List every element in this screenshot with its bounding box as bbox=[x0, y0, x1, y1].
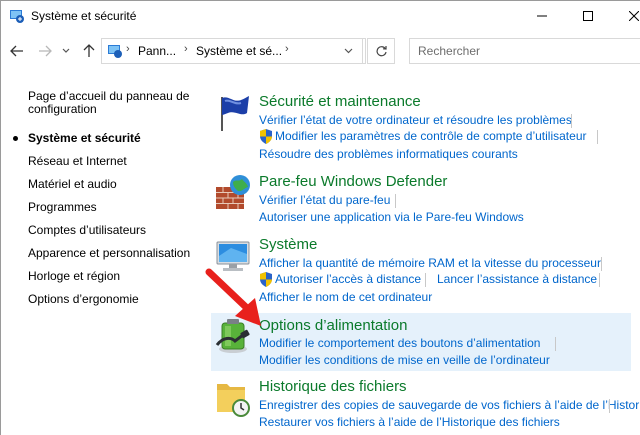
sidebar-item-hardware-sound[interactable]: Matériel et audio bbox=[28, 177, 117, 192]
search-box[interactable] bbox=[409, 38, 640, 64]
flag-icon bbox=[221, 96, 249, 131]
breadcrumb-separator: › bbox=[126, 43, 130, 55]
recent-locations-button[interactable] bbox=[59, 41, 73, 61]
category-title-security-maintenance[interactable]: Sécurité et maintenance bbox=[259, 93, 421, 111]
sidebar-item-network-internet[interactable]: Réseau et Internet bbox=[28, 154, 127, 169]
sidebar-item-user-accounts[interactable]: Comptes d’utilisateurs bbox=[28, 223, 146, 238]
active-bullet bbox=[13, 136, 18, 141]
maximize-button[interactable] bbox=[565, 1, 611, 31]
link-separator bbox=[609, 399, 610, 413]
close-button[interactable] bbox=[611, 1, 640, 31]
link-troubleshoot-problems[interactable]: Résoudre des problèmes informatiques cou… bbox=[259, 147, 518, 162]
uac-shield-icon bbox=[260, 129, 272, 144]
link-save-backup-copies[interactable]: Enregistrer des copies de sauvegarde de … bbox=[259, 398, 640, 413]
refresh-button[interactable] bbox=[367, 38, 395, 64]
address-bar[interactable]: › Pann... › Système et sé... › bbox=[101, 38, 366, 64]
title-bar: Système et sécurité bbox=[1, 1, 640, 31]
breadcrumb-separator: › bbox=[184, 43, 188, 55]
annotation-arrow-icon bbox=[205, 268, 261, 326]
control-panel-window: Système et sécurité › Pann... › Système … bbox=[0, 0, 640, 435]
refresh-icon bbox=[375, 45, 387, 56]
minimize-button[interactable] bbox=[519, 1, 565, 31]
address-dropdown-button[interactable] bbox=[335, 38, 363, 64]
category-title-power-options[interactable]: Options d’alimentation bbox=[259, 317, 407, 335]
arrow-up-icon bbox=[83, 44, 95, 57]
sidebar-item-ease-of-access[interactable]: Options d’ergonomie bbox=[28, 292, 139, 307]
file-history-icon bbox=[217, 384, 250, 417]
link-separator bbox=[571, 114, 572, 128]
link-view-computer-name[interactable]: Afficher le nom de cet ordinateur bbox=[259, 290, 432, 305]
link-allow-remote-access[interactable]: Autoriser l’accès à distance bbox=[275, 272, 421, 287]
breadcrumb-control-panel[interactable]: Pann... bbox=[138, 44, 176, 58]
link-separator bbox=[395, 194, 396, 208]
link-launch-remote-assistance[interactable]: Lancer l’assistance à distance bbox=[437, 272, 597, 287]
category-title-firewall[interactable]: Pare-feu Windows Defender bbox=[259, 173, 447, 191]
link-change-power-buttons[interactable]: Modifier le comportement des boutons d’a… bbox=[259, 336, 540, 351]
link-check-computer-status[interactable]: Vérifier l’état de votre ordinateur et r… bbox=[259, 113, 572, 128]
breadcrumb-system-security[interactable]: Système et sé... bbox=[196, 44, 282, 58]
minimize-icon bbox=[537, 15, 547, 17]
control-panel-icon bbox=[108, 45, 122, 58]
maximize-icon bbox=[583, 11, 593, 21]
up-button[interactable] bbox=[79, 41, 99, 61]
link-uac-settings[interactable]: Modifier les paramètres de contrôle de c… bbox=[275, 129, 586, 144]
link-change-sleep-settings[interactable]: Modifier les conditions de mise en veill… bbox=[259, 353, 550, 368]
link-check-firewall-status[interactable]: Vérifier l’état du pare-feu bbox=[259, 193, 390, 208]
link-separator bbox=[599, 273, 600, 287]
forward-button[interactable] bbox=[35, 41, 55, 61]
category-title-system[interactable]: Système bbox=[259, 236, 317, 254]
chevron-down-icon bbox=[344, 48, 353, 54]
link-separator bbox=[601, 257, 602, 271]
link-restore-files[interactable]: Restaurer vos fichiers à l’aide de l’His… bbox=[259, 415, 560, 430]
window-title: Système et sécurité bbox=[31, 9, 137, 23]
sidebar-item-system-security[interactable]: Système et sécurité bbox=[28, 131, 141, 146]
link-view-ram-processor[interactable]: Afficher la quantité de mémoire RAM et l… bbox=[259, 256, 601, 271]
arrow-right-icon bbox=[39, 45, 52, 57]
close-icon bbox=[629, 11, 639, 21]
sidebar-item-appearance[interactable]: Apparence et personnalisation bbox=[28, 246, 190, 261]
chevron-down-icon bbox=[62, 48, 70, 53]
firewall-icon bbox=[216, 175, 250, 209]
category-title-file-history[interactable]: Historique des fichiers bbox=[259, 378, 407, 396]
link-separator bbox=[425, 273, 426, 287]
link-allow-app-firewall[interactable]: Autoriser une application via le Pare-fe… bbox=[259, 210, 524, 225]
navigation-bar: › Pann... › Système et sé... › bbox=[1, 35, 640, 67]
sidebar-item-control-panel-home-line2[interactable]: configuration bbox=[28, 102, 97, 117]
sidebar-item-clock-region[interactable]: Horloge et région bbox=[28, 269, 120, 284]
category-file-history: Historique des fichiers Enregistrer des … bbox=[211, 376, 640, 435]
arrow-left-icon bbox=[10, 45, 23, 57]
sidebar-item-programs[interactable]: Programmes bbox=[28, 200, 97, 215]
link-separator bbox=[555, 337, 556, 351]
back-button[interactable] bbox=[7, 41, 27, 61]
link-separator bbox=[597, 130, 598, 144]
control-panel-icon bbox=[10, 10, 24, 23]
search-input[interactable] bbox=[410, 39, 640, 63]
breadcrumb-separator: › bbox=[285, 43, 289, 55]
category-firewall: Pare-feu Windows Defender Vérifier l’éta… bbox=[211, 171, 631, 227]
category-security-maintenance: Sécurité et maintenance Vérifier l’état … bbox=[211, 91, 631, 163]
